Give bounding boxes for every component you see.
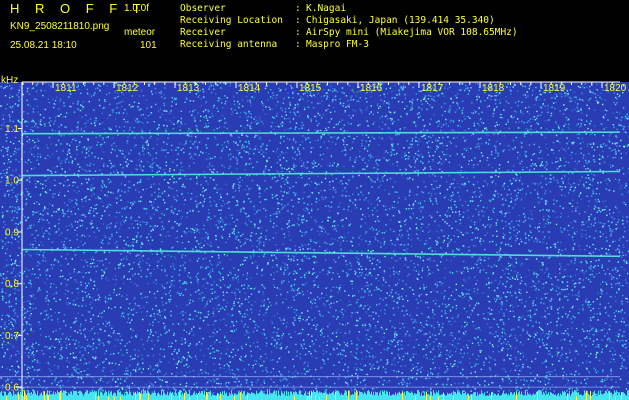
x-tick-label: 1816 [360,83,383,94]
y-tick-label: 0.7 [5,331,19,342]
x-tick-label: 1818 [482,83,505,94]
y-axis-label: kHz [1,75,18,86]
y-tick-label: 0.9 [5,228,19,239]
y-tick-label: 0.8 [5,279,19,290]
x-tick-label: 1811 [55,83,77,94]
x-tick-label: 1815 [299,83,322,94]
x-tick-label: 1819 [543,83,566,94]
y-tick-label: 1.1 [5,124,19,135]
x-tick-label: 1814 [238,83,261,94]
x-tick-label: 1812 [116,83,139,94]
x-tick-label: 1820 [604,83,627,94]
hrofft-window: H R O F F T 1.0.0f KN9_2508211810.png me… [0,0,629,400]
y-tick-label: 0.6 [5,383,19,394]
x-tick-label: 1817 [421,83,444,94]
y-tick-label: 1.0 [5,176,19,187]
x-tick-label: 1813 [177,83,200,94]
spectrogram-chart: 1.1 1.0 0.9 0.8 0.7 0.6 kHz 1811 1812 1813 1814 181… [0,75,629,400]
